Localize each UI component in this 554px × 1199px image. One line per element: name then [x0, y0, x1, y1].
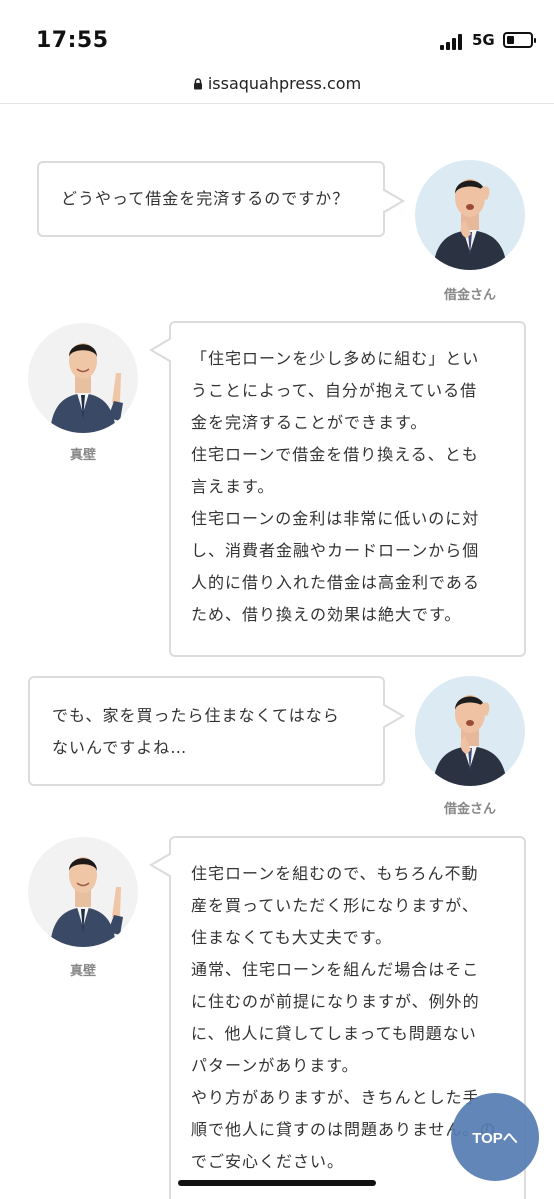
- battery-icon: [503, 32, 536, 48]
- avatar-pointing-man: [28, 837, 138, 947]
- bubble-line: し、消費者金融やカードローンから個: [191, 541, 480, 560]
- avatar-pointing-man: [28, 323, 138, 433]
- status-time: 17:55: [36, 28, 109, 53]
- speaker-name: 借金さん: [443, 802, 496, 817]
- speaker-name: 借金さん: [443, 288, 496, 303]
- bubble-line: 金を完済することができます。: [191, 413, 428, 432]
- bubble-line: ため、借り換えの効果は絶大です。: [191, 605, 462, 624]
- bubble-line: 人的に借り入れた借金は高金利である: [191, 573, 480, 592]
- bubble-line: 住宅ローンを組むので、もちろん不動: [191, 864, 479, 883]
- bubble-line: 住宅ローンで借金を借り換える、とも: [191, 445, 479, 464]
- speech-bubble: どうやって借金を完済するのですか？: [37, 161, 405, 237]
- bubble-line: に住むのが前提になりますが、例外的: [191, 992, 480, 1011]
- speech-bubble: 「住宅ローンを少し多めに組む」とい うことによって、自分が抱えている借 金を完済…: [149, 321, 526, 657]
- bubble-line: 住まなくても大丈夫です。: [191, 928, 393, 947]
- bubble-line: どうやって借金を完済するのですか？: [61, 189, 350, 208]
- avatar-worried-man: [415, 676, 525, 786]
- bubble-line: 言えます。: [191, 477, 275, 496]
- speech-bubble: でも、家を買ったら住まなくてはなら ないんですよね…: [28, 676, 405, 786]
- bubble-line: ないんですよね…: [52, 738, 188, 757]
- speaker-name: 真壁: [69, 448, 96, 463]
- lock-icon: [193, 77, 203, 90]
- bubble-line: でも、家を買ったら住まなくてはなら: [52, 706, 340, 725]
- network-type: 5G: [472, 31, 495, 49]
- avatar-worried-man: [415, 160, 525, 270]
- home-indicator[interactable]: [178, 1180, 376, 1186]
- conversation: どうやって借金を完済するのですか？ 借金さん 真壁 「住宅ローンを少し多めに組む…: [0, 104, 554, 1199]
- address-bar[interactable]: issaquahpress.com: [0, 70, 554, 104]
- bubble-line: 通常、住宅ローンを組んだ場合はそこ: [191, 960, 480, 979]
- bubble-line: 住宅ローンの金利は非常に低いのに対: [191, 509, 480, 528]
- speaker-name: 真壁: [69, 964, 96, 979]
- bubble-line: 産を買っていただく形になりますが、: [191, 896, 479, 915]
- back-to-top-button[interactable]: TOPへ: [451, 1093, 539, 1181]
- url-text: issaquahpress.com: [207, 74, 362, 93]
- bubble-line: 「住宅ローンを少し多めに組む」とい: [191, 349, 480, 368]
- bubble-line: パターンがあります。: [191, 1056, 359, 1075]
- status-bar: 17:55 5G: [0, 0, 554, 72]
- signal-strength-icon: [440, 34, 466, 50]
- battery-fill: [507, 36, 514, 44]
- bubble-line: うことによって、自分が抱えている借: [191, 381, 478, 400]
- bubble-line: に、他人に貸してしまっても問題ない: [191, 1024, 477, 1043]
